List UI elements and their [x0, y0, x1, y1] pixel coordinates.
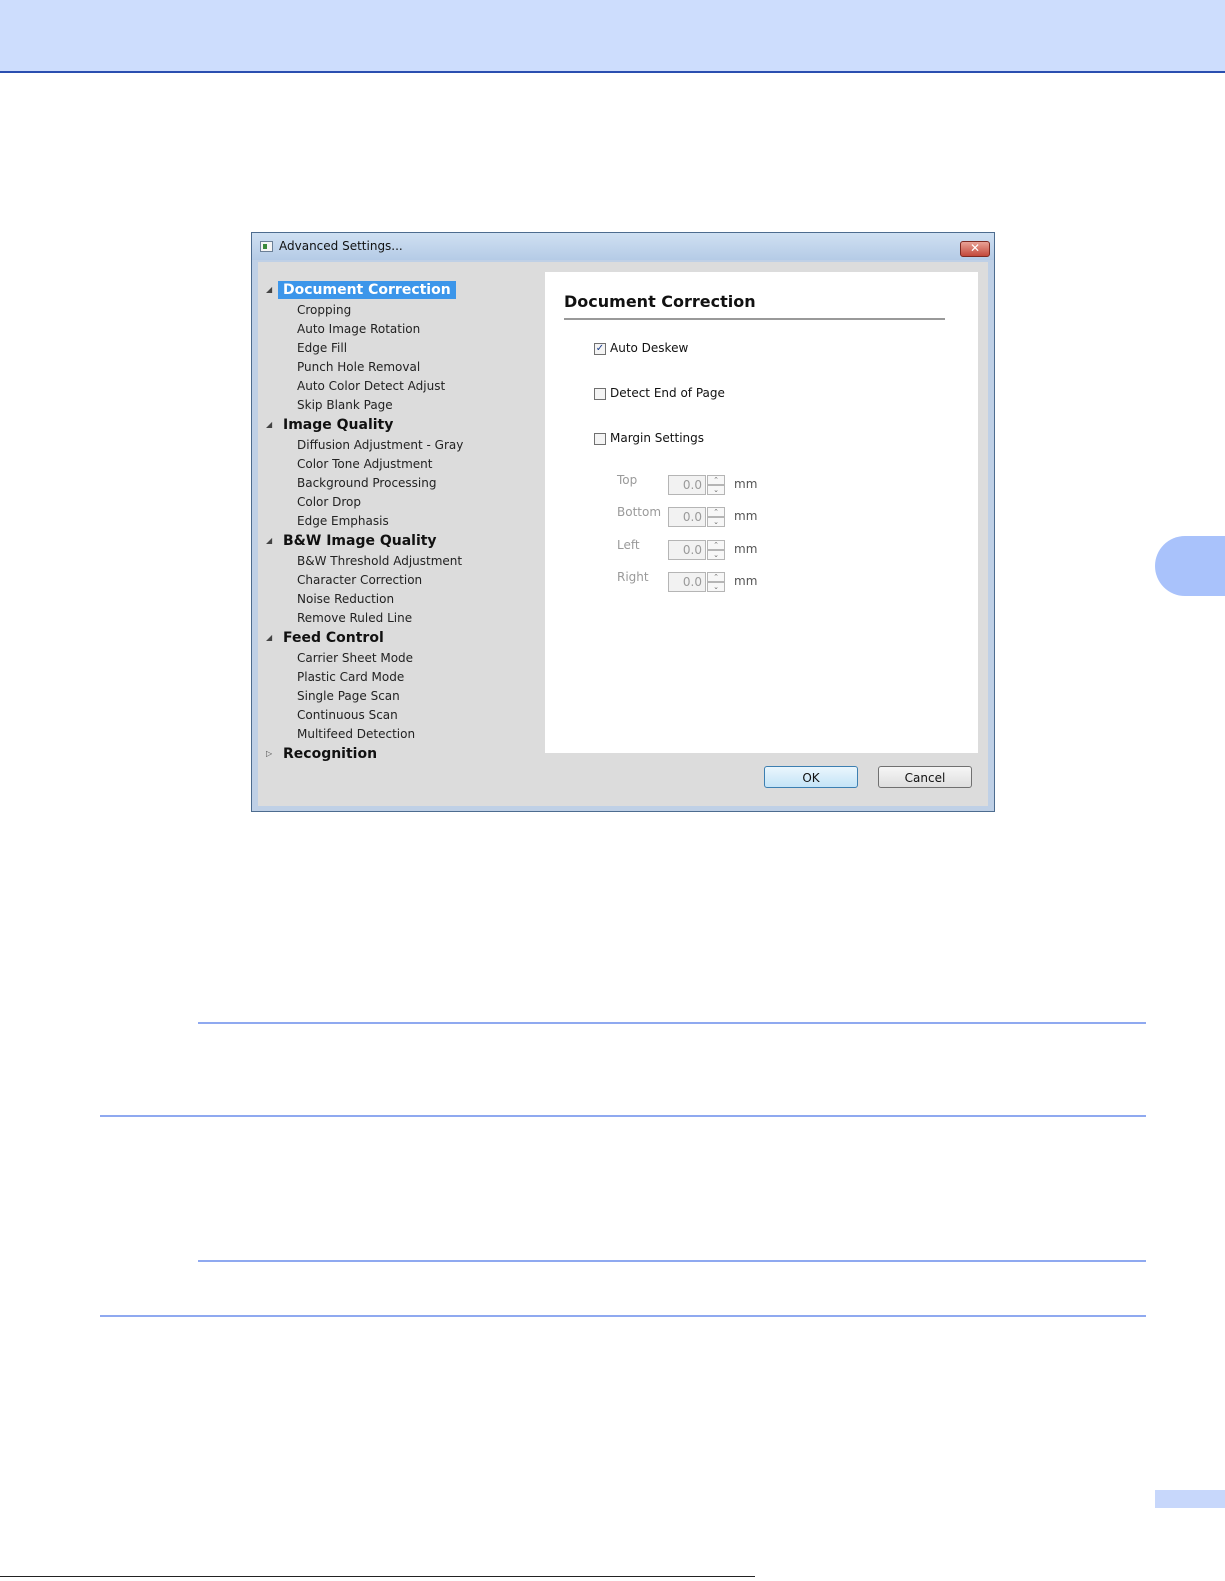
tree-category-document-correction[interactable]: Document Correction [278, 281, 456, 299]
tree-item-edge-fill[interactable]: Edge Fill [297, 340, 347, 356]
spin-up-icon[interactable]: ⌃ [707, 540, 725, 550]
check-icon: ✓ [595, 343, 605, 354]
cancel-button[interactable]: Cancel [878, 766, 972, 788]
tree-category-recognition[interactable]: Recognition [278, 745, 382, 763]
tree-item-auto-color-detect-adjust[interactable]: Auto Color Detect Adjust [297, 378, 445, 394]
tree-category-feed-control[interactable]: Feed Control [278, 629, 389, 647]
ok-button[interactable]: OK [764, 766, 858, 788]
expand-arrow-icon[interactable]: ◢ [266, 416, 272, 434]
margin-right-spinner: ⌃ ⌄ [707, 572, 725, 592]
spin-down-icon[interactable]: ⌄ [707, 517, 725, 527]
tree-item-diffusion-adjustment-gray[interactable]: Diffusion Adjustment - Gray [297, 437, 463, 453]
tree-item-color-drop[interactable]: Color Drop [297, 494, 361, 510]
detect-end-of-page-checkbox[interactable] [594, 388, 606, 400]
section-rule [198, 1260, 1146, 1262]
page-header-band [0, 0, 1225, 73]
chapter-side-tab [1155, 536, 1225, 596]
advanced-settings-dialog: Advanced Settings... ✕ ◢ Document Correc… [251, 232, 995, 812]
margin-left-input[interactable]: 0.0 [668, 540, 706, 560]
tree-item-continuous-scan[interactable]: Continuous Scan [297, 707, 398, 723]
tree-item-multifeed-detection[interactable]: Multifeed Detection [297, 726, 415, 742]
section-rule [100, 1315, 1146, 1317]
margin-left-unit: mm [734, 542, 758, 556]
margin-left-spinner: ⌃ ⌄ [707, 540, 725, 560]
expand-arrow-icon[interactable]: ◢ [266, 281, 272, 299]
spin-up-icon[interactable]: ⌃ [707, 475, 725, 485]
margin-right-input[interactable]: 0.0 [668, 572, 706, 592]
margin-settings-label: Margin Settings [610, 431, 705, 445]
auto-deskew-label: Auto Deskew [610, 341, 689, 355]
margin-bottom-spinner: ⌃ ⌄ [707, 507, 725, 527]
spin-up-icon[interactable]: ⌃ [707, 572, 725, 582]
tree-item-single-page-scan[interactable]: Single Page Scan [297, 688, 400, 704]
margin-right-label: Right [617, 570, 649, 584]
section-rule [198, 1022, 1146, 1024]
tree-item-background-processing[interactable]: Background Processing [297, 475, 436, 491]
margin-bottom-label: Bottom [617, 505, 662, 519]
margin-bottom-input[interactable]: 0.0 [668, 507, 706, 527]
tree-item-edge-emphasis[interactable]: Edge Emphasis [297, 513, 389, 529]
dialog-titlebar[interactable]: Advanced Settings... ✕ [252, 233, 994, 260]
tree-item-character-correction[interactable]: Character Correction [297, 572, 422, 588]
spin-down-icon[interactable]: ⌄ [707, 485, 725, 495]
tree-item-noise-reduction[interactable]: Noise Reduction [297, 591, 394, 607]
close-icon: ✕ [969, 241, 981, 255]
margin-right-unit: mm [734, 574, 758, 588]
tree-item-cropping[interactable]: Cropping [297, 302, 351, 318]
tree-item-plastic-card-mode[interactable]: Plastic Card Mode [297, 669, 404, 685]
tree-item-punch-hole-removal[interactable]: Punch Hole Removal [297, 359, 420, 375]
margin-bottom-unit: mm [734, 509, 758, 523]
footer-line [0, 1576, 755, 1577]
app-window-icon [260, 241, 273, 252]
collapsed-arrow-icon[interactable]: ▷ [266, 745, 272, 763]
tree-item-remove-ruled-line[interactable]: Remove Ruled Line [297, 610, 412, 626]
settings-panel: Document Correction ✓ Auto Deskew Detect… [545, 272, 978, 753]
expand-arrow-icon[interactable]: ◢ [266, 532, 272, 550]
margin-top-unit: mm [734, 477, 758, 491]
tree-item-color-tone-adjustment[interactable]: Color Tone Adjustment [297, 456, 432, 472]
margin-left-label: Left [617, 538, 640, 552]
tree-item-auto-image-rotation[interactable]: Auto Image Rotation [297, 321, 420, 337]
page-number-tab [1155, 1490, 1225, 1508]
expand-arrow-icon[interactable]: ◢ [266, 629, 272, 647]
close-button[interactable]: ✕ [960, 241, 990, 257]
spin-down-icon[interactable]: ⌄ [707, 582, 725, 592]
tree-item-bw-threshold-adjustment[interactable]: B&W Threshold Adjustment [297, 553, 462, 569]
dialog-title: Advanced Settings... [279, 239, 403, 253]
tree-item-carrier-sheet-mode[interactable]: Carrier Sheet Mode [297, 650, 413, 666]
panel-title: Document Correction [564, 292, 756, 311]
spin-up-icon[interactable]: ⌃ [707, 507, 725, 517]
panel-divider [564, 318, 945, 320]
auto-deskew-checkbox[interactable]: ✓ [594, 343, 606, 355]
margin-settings-checkbox[interactable] [594, 433, 606, 445]
margin-top-input[interactable]: 0.0 [668, 475, 706, 495]
tree-category-image-quality[interactable]: Image Quality [278, 416, 398, 434]
section-rule [100, 1115, 1146, 1117]
tree-item-skip-blank-page[interactable]: Skip Blank Page [297, 397, 393, 413]
detect-end-of-page-label: Detect End of Page [610, 386, 725, 400]
margin-top-label: Top [617, 473, 638, 487]
tree-category-bw-image-quality[interactable]: B&W Image Quality [278, 532, 442, 550]
dialog-client-area: ◢ Document Correction Cropping Auto Imag… [258, 262, 988, 806]
margin-top-spinner: ⌃ ⌄ [707, 475, 725, 495]
spin-down-icon[interactable]: ⌄ [707, 550, 725, 560]
